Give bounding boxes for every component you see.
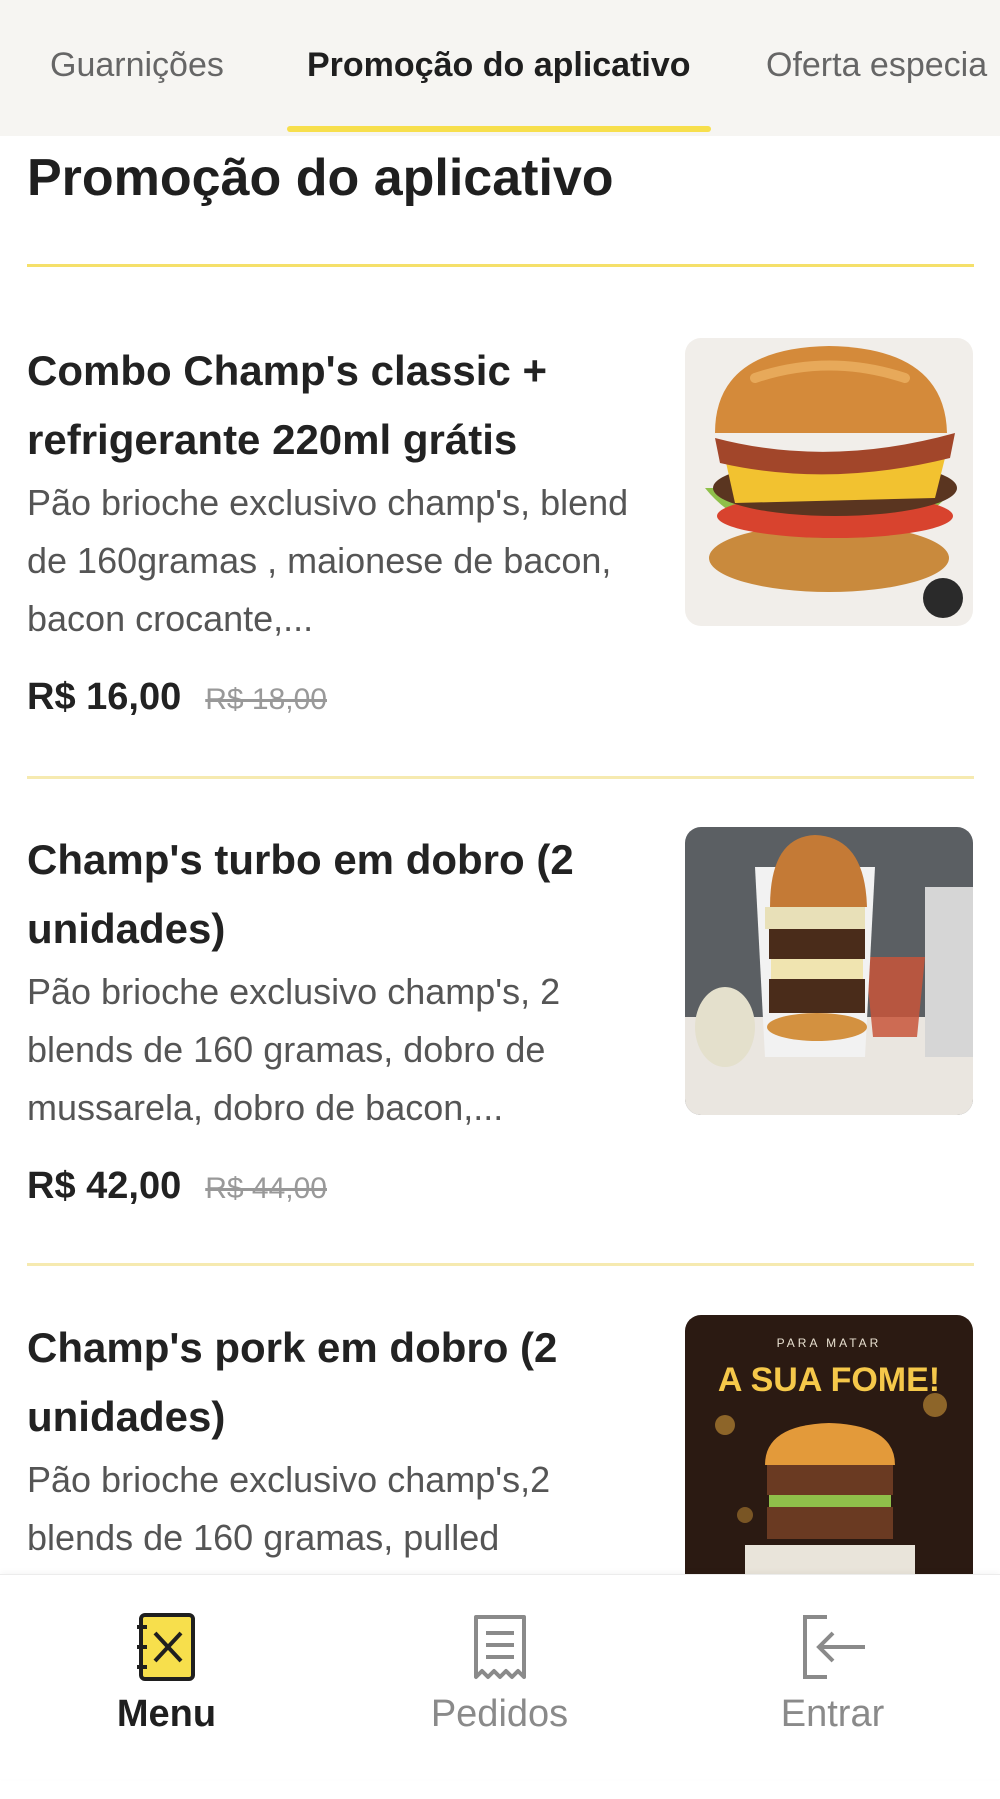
nav-menu[interactable]: Menu <box>0 1575 333 1779</box>
tab-guarnicoes[interactable]: Guarnições <box>50 46 224 85</box>
tab-oferta-especial[interactable]: Oferta especia <box>766 46 987 85</box>
nav-pedidos[interactable]: Pedidos <box>333 1575 666 1779</box>
nav-label: Entrar <box>780 1693 885 1735</box>
nav-entrar[interactable]: Entrar <box>666 1575 999 1779</box>
item-price: R$ 16,00 <box>27 676 182 718</box>
menu-book-icon <box>136 1613 195 1681</box>
menu-item[interactable]: Champ's turbo em dobro (2 unidades) Pão … <box>0 825 1000 1311</box>
menu-item[interactable]: Combo Champ's classic + refrigerante 220… <box>0 336 1000 822</box>
item-divider <box>27 1263 974 1266</box>
item-old-price: R$ 44,00 <box>205 1172 327 1205</box>
item-name: Combo Champ's classic + refrigerante 220… <box>27 347 547 463</box>
section-divider <box>27 264 974 267</box>
item-divider <box>27 776 974 779</box>
item-description: Pão brioche exclusivo champ's, 2 blends … <box>27 971 561 1128</box>
receipt-icon <box>473 1615 526 1679</box>
section-title: Promoção do aplicativo <box>27 149 614 207</box>
item-image-burger-classic[interactable] <box>685 338 973 626</box>
nav-label: Menu <box>116 1693 217 1735</box>
nav-label: Pedidos <box>430 1693 569 1735</box>
item-name: Champ's turbo em dobro (2 unidades) <box>27 836 574 952</box>
item-description: Pão brioche exclusivo champ's, blend de … <box>27 482 629 639</box>
item-old-price: R$ 18,00 <box>205 683 327 716</box>
item-description: Pão brioche exclusivo champ's,2 blends d… <box>27 1459 551 1558</box>
image-caption-top: PARA MATAR <box>777 1336 882 1350</box>
bottom-navigation: Menu Pedidos Entrar <box>0 1574 1000 1779</box>
category-tab-bar: Guarnições Promoção do aplicativo Oferta… <box>0 0 1000 136</box>
item-name: Champ's pork em dobro (2 unidades) <box>27 1324 558 1440</box>
tab-promocao-do-aplicativo[interactable]: Promoção do aplicativo <box>307 46 691 85</box>
item-price: R$ 42,00 <box>27 1165 182 1207</box>
active-tab-indicator <box>287 126 711 132</box>
image-caption-main: A SUA FOME! <box>718 1361 940 1399</box>
item-image-burger-turbo[interactable] <box>685 827 973 1115</box>
item-image-burger-pork[interactable]: PARA MATAR A SUA FOME! <box>685 1315 973 1603</box>
login-icon <box>802 1615 865 1679</box>
